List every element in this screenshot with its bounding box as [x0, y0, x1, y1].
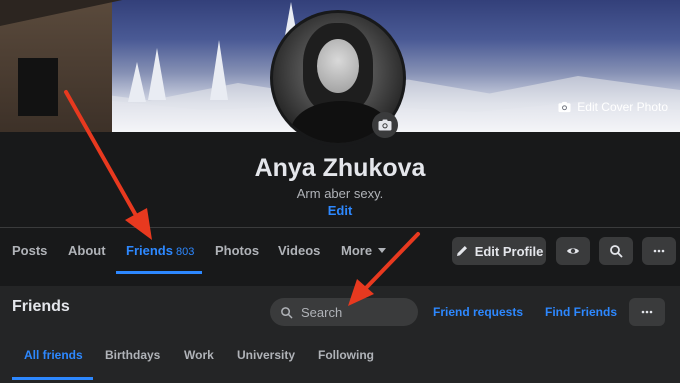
subtab-birthdays[interactable]: Birthdays [105, 348, 160, 362]
avatar-face [317, 39, 359, 93]
find-friends-link[interactable]: Find Friends [545, 305, 617, 319]
subtab-following[interactable]: Following [318, 348, 374, 362]
more-icon [653, 249, 665, 253]
cover-tree [128, 62, 146, 102]
edit-cover-photo-button[interactable]: Edit Cover Photo [554, 96, 672, 118]
search-icon [281, 306, 293, 318]
tab-about[interactable]: About [68, 228, 106, 274]
eye-icon [567, 248, 579, 254]
edit-profile-button[interactable]: Edit Profile [452, 237, 546, 265]
active-tab-indicator [116, 271, 202, 274]
camera-icon [378, 119, 392, 131]
subtab-all-friends[interactable]: All friends [24, 348, 83, 362]
friend-requests-link[interactable]: Friend requests [433, 305, 523, 319]
cover-tree [148, 48, 166, 100]
tab-friends-label: Friends [126, 243, 173, 258]
search-icon [610, 245, 623, 258]
search-profile-button[interactable] [599, 237, 633, 265]
update-avatar-button[interactable] [372, 112, 398, 138]
profile-more-button[interactable] [642, 237, 676, 265]
subtab-work[interactable]: Work [184, 348, 214, 362]
tab-posts[interactable]: Posts [12, 228, 47, 274]
friends-more-button[interactable] [629, 298, 665, 326]
edit-cover-photo-label: Edit Cover Photo [577, 100, 668, 114]
tab-photos[interactable]: Photos [215, 228, 259, 274]
profile-bio: Arm aber sexy. [296, 186, 384, 201]
tab-more-label: More [341, 243, 373, 258]
tab-more[interactable]: More [341, 228, 387, 274]
active-subtab-indicator [12, 377, 93, 380]
chevron-down-icon [378, 248, 387, 253]
cover-window [18, 58, 58, 116]
edit-profile-label: Edit Profile [474, 243, 544, 259]
tab-friends[interactable]: Friends 803 [126, 228, 194, 274]
friends-search-input[interactable] [301, 304, 411, 320]
profile-name: Anya Zhukova [254, 154, 426, 182]
edit-bio-link: Edit [0, 203, 680, 218]
subtab-university[interactable]: University [237, 348, 295, 362]
camera-icon [558, 101, 571, 113]
pencil-icon [456, 246, 467, 256]
friends-count: 803 [175, 246, 195, 258]
tab-videos[interactable]: Videos [278, 228, 320, 274]
friends-panel-title: Friends [12, 298, 70, 315]
view-as-button[interactable] [556, 237, 590, 265]
friends-search[interactable] [270, 298, 418, 326]
cover-tree [210, 40, 228, 100]
edit-bio-label[interactable]: Edit [328, 203, 353, 218]
more-icon [641, 310, 653, 314]
